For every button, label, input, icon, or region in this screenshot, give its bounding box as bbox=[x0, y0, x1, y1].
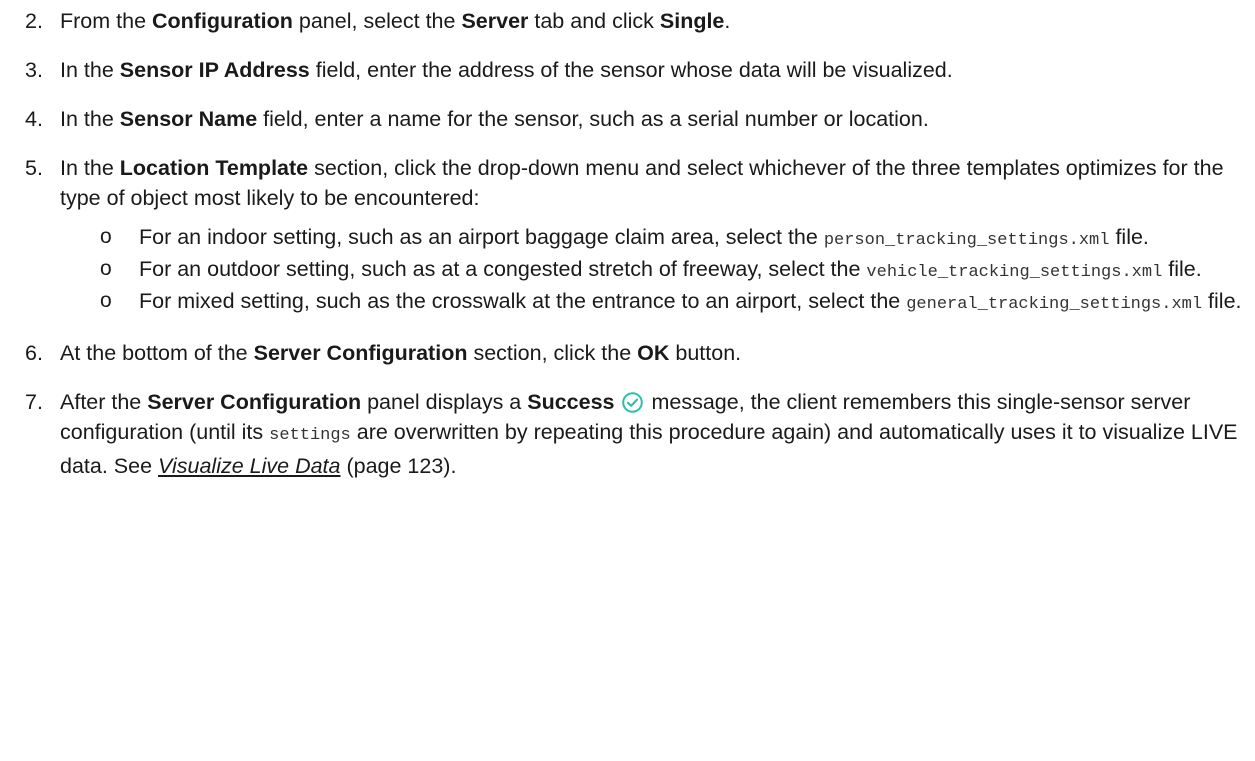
ui-term: Success bbox=[527, 390, 615, 414]
step-2: 2. From the Configuration panel, select … bbox=[0, 6, 1255, 36]
step-7: 7. After the Server Configuration panel … bbox=[0, 387, 1255, 481]
step-text: . bbox=[724, 9, 731, 33]
ui-term: Server bbox=[461, 9, 529, 33]
bullet-marker: o bbox=[100, 289, 112, 312]
bullet-text: For an outdoor setting, such as at a con… bbox=[139, 257, 867, 281]
step-number: 2. bbox=[25, 9, 43, 33]
list-item: o For mixed setting, such as the crosswa… bbox=[100, 287, 1255, 319]
success-check-icon bbox=[622, 391, 644, 413]
document-page: 2. From the Configuration panel, select … bbox=[0, 0, 1255, 481]
step-number: 6. bbox=[25, 341, 43, 365]
step-6: 6. At the bottom of the Server Configura… bbox=[0, 338, 1255, 368]
step-text: section, click the bbox=[467, 341, 638, 365]
step-3: 3. In the Sensor IP Address field, enter… bbox=[0, 55, 1255, 85]
step-text: tab and click bbox=[528, 9, 660, 33]
procedure-steps: 2. From the Configuration panel, select … bbox=[0, 6, 1255, 481]
ui-term: Single bbox=[659, 9, 725, 33]
step-number: 3. bbox=[25, 58, 43, 82]
ui-term: Server Configuration bbox=[147, 390, 362, 414]
ui-term: OK bbox=[637, 341, 670, 365]
step-text: At the bottom of the bbox=[60, 341, 254, 365]
list-item: o For an indoor setting, such as an airp… bbox=[100, 223, 1255, 255]
file-name: person_tracking_settings.xml bbox=[823, 231, 1110, 250]
visualize-live-data-link[interactable]: Visualize Live Data bbox=[158, 454, 340, 478]
ui-term: Sensor IP Address bbox=[119, 58, 310, 82]
ui-term: Sensor Name bbox=[119, 107, 258, 131]
step-number: 4. bbox=[25, 107, 43, 131]
step-5: 5. In the Location Template section, cli… bbox=[0, 153, 1255, 319]
bullet-text: file. bbox=[1202, 289, 1242, 313]
step-number: 5. bbox=[25, 156, 43, 180]
list-item: o For an outdoor setting, such as at a c… bbox=[100, 255, 1255, 287]
bullet-marker: o bbox=[100, 225, 112, 248]
step-text: In the bbox=[60, 107, 120, 131]
bullet-text: file. bbox=[1162, 257, 1202, 281]
file-name: vehicle_tracking_settings.xml bbox=[866, 263, 1163, 282]
step-text: From the bbox=[60, 9, 152, 33]
step-text: After the bbox=[60, 390, 148, 414]
step-text: (page 123). bbox=[340, 454, 457, 478]
step-4: 4. In the Sensor Name field, enter a nam… bbox=[0, 104, 1255, 134]
step-text: In the bbox=[60, 58, 120, 82]
step-text: field, enter a name for the sensor, such… bbox=[257, 107, 929, 131]
template-options-list: o For an indoor setting, such as an airp… bbox=[60, 223, 1255, 319]
bullet-marker: o bbox=[100, 257, 112, 280]
step-text: panel, select the bbox=[292, 9, 462, 33]
file-name: general_tracking_settings.xml bbox=[906, 295, 1203, 314]
bullet-text: file. bbox=[1109, 225, 1149, 249]
bullet-text: For an indoor setting, such as an airpor… bbox=[139, 225, 824, 249]
step-number: 7. bbox=[25, 390, 43, 414]
ui-term: Server Configuration bbox=[253, 341, 468, 365]
step-text: field, enter the address of the sensor w… bbox=[309, 58, 953, 82]
step-text: panel displays a bbox=[361, 390, 528, 414]
ui-term: Configuration bbox=[152, 9, 293, 33]
code-term: settings bbox=[269, 426, 351, 445]
ui-term: Location Template bbox=[119, 156, 309, 180]
step-text: button. bbox=[669, 341, 742, 365]
step-text: In the bbox=[60, 156, 120, 180]
bullet-text: For mixed setting, such as the crosswalk… bbox=[139, 289, 907, 313]
